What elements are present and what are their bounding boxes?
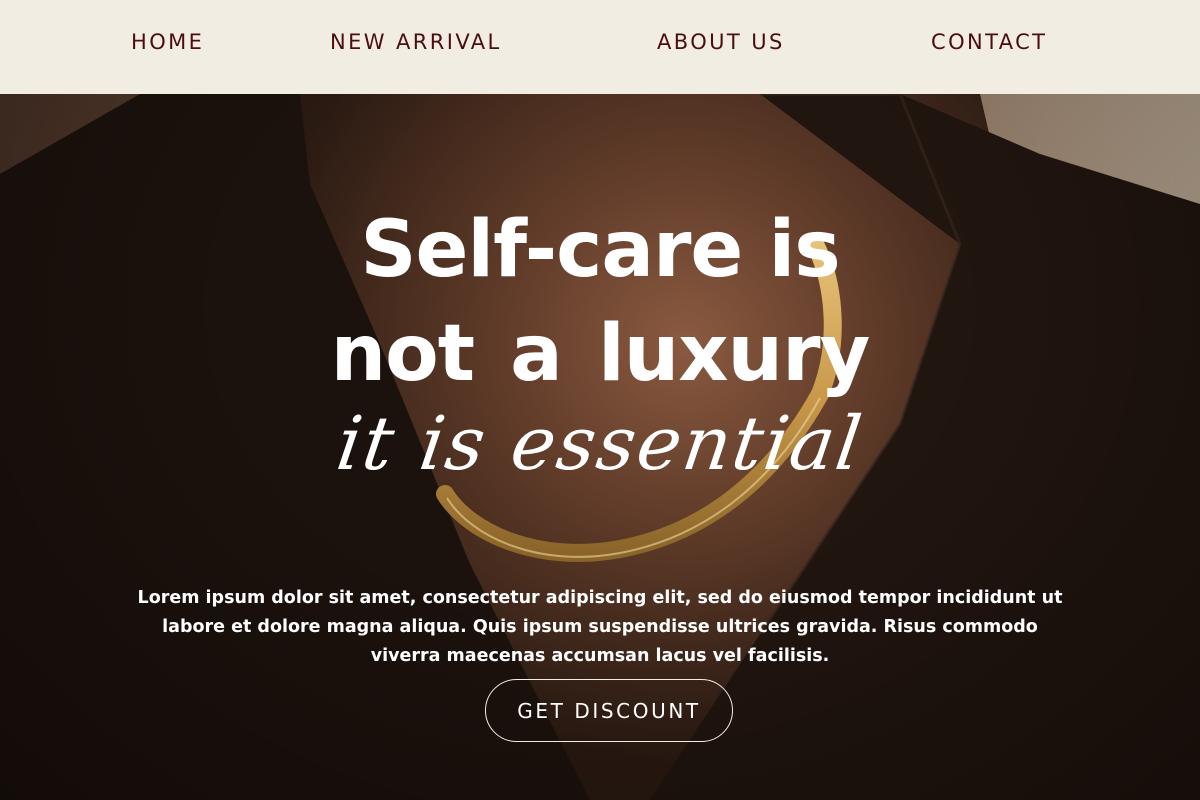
nav-about-us-link[interactable]: ABOUT US (657, 30, 785, 54)
top-nav: HOME NEW ARRIVAL ABOUT US CONTACT (0, 0, 1200, 94)
headline-script-line: it is essential (331, 401, 869, 487)
landing-page: HOME NEW ARRIVAL ABOUT US CONTACT Self-c… (0, 0, 1200, 800)
nav-home-link[interactable]: HOME (131, 30, 204, 54)
nav-contact-link[interactable]: CONTACT (931, 30, 1047, 54)
headline-line-2: not a luxury (330, 309, 871, 399)
hero-description: Lorem ipsum dolor sit amet, consectetur … (137, 587, 1063, 666)
headline-line-1: Self-care is (360, 205, 840, 295)
nav-new-arrival-link[interactable]: NEW ARRIVAL (330, 30, 502, 54)
hero-headline: Self-care is not a luxury it is essentia… (0, 196, 1200, 494)
get-discount-button[interactable]: GET DISCOUNT (485, 679, 733, 742)
